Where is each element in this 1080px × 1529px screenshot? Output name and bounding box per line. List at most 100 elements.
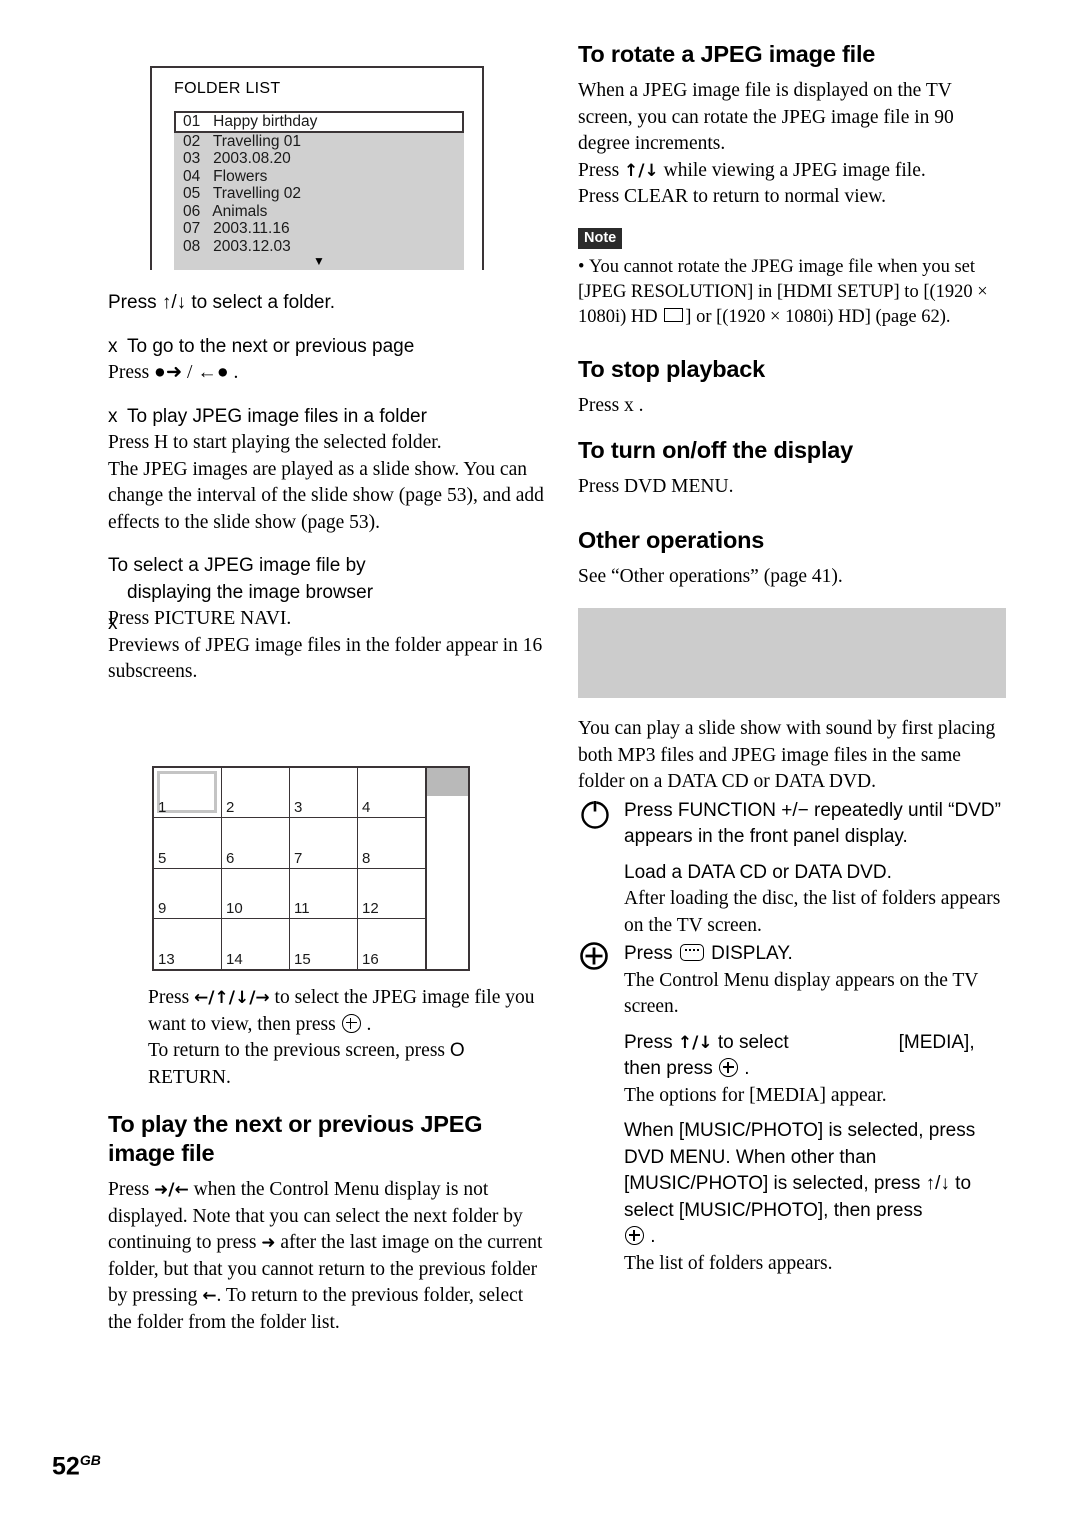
arrow-right-icon: ➜ [261,1233,276,1253]
select-jpeg-instruction: Press ←/↑/↓/→ to select the JPEG image f… [148,987,535,1035]
grid-cell-number: 4 [362,799,371,817]
step-5-subtext: The list of folders appears. [624,1252,833,1274]
section-heading-banner [578,608,1006,698]
grid-cell-number: 7 [294,849,303,867]
arrow-left-icon: ← [202,1286,217,1306]
heading-rotate-jpeg: To rotate a JPEG image file [578,41,876,67]
left-column: Press ↑/↓ to select a folder. x To go to … [108,290,550,686]
step-4-subtext: The options for [MEDIA] appear. [624,1084,887,1106]
note-text: • You cannot rotate the JPEG image file w… [578,256,988,327]
return-button-icon: O [449,1040,465,1061]
image-browser-grid: 1 2 3 4 5 6 7 8 9 10 11 12 13 14 15 16 [152,766,470,971]
grid-scrollbar-thumb[interactable] [427,768,468,796]
step-3: Press DISPLAY. [578,941,1006,970]
scroll-down-arrow-icon[interactable]: ▼ [174,255,464,270]
enter-button-icon [341,1013,361,1033]
x-marker-icon: x [108,405,118,427]
next-prev-page-body: Press ●➜ / ←● . [108,362,239,383]
subheading-next-prev-page: x To go to the next or previous page [108,334,550,361]
grid-cell[interactable]: 6 [222,818,290,869]
other-operations-body: See “Other operations” (page 41). [578,565,843,587]
subheading-play-jpeg-folder: x To play JPEG image files in a folder [108,404,550,431]
grid-cell[interactable]: 10 [222,868,290,919]
display-body: Press DVD MENU. [578,476,734,497]
grid-cell[interactable]: 14 [222,918,290,969]
bullet-icon: • [578,256,585,277]
heading-stop-playback: To stop playback [578,355,766,382]
step-3-subtext: The Control Menu display appears on the … [624,969,979,1018]
return-instruction: To return to the previous screen, press … [148,1040,465,1088]
folder-list-item[interactable]: 02 Travelling 01 [174,133,464,151]
rotate-press-line: Press ↑/↓ while viewing a JPEG image fil… [578,159,926,181]
grid-cell[interactable]: 5 [154,818,222,869]
grid-cell[interactable]: 8 [358,818,426,869]
slide-show-paragraph: The JPEG images are played as a slide sh… [108,458,544,533]
folder-list-item[interactable]: 05 Travelling 02 [174,185,464,203]
grid-cell[interactable]: 13 [154,918,222,969]
grid-cell-number: 1 [158,799,167,817]
grid-cell[interactable]: 1 [154,768,222,819]
grid-cell[interactable]: 2 [222,768,290,819]
folder-list-item[interactable]: 03 2003.08.20 [174,150,464,168]
grid-cell-number: 13 [158,951,175,968]
next-prev-jpeg-section: To play the next or previous JPEG image … [108,1110,550,1336]
step-3-text: Press DISPLAY. [624,943,793,964]
folder-list-item[interactable]: 08 2003.12.03 [174,238,464,256]
grid-cell[interactable]: 3 [290,768,358,819]
grid-cell[interactable]: 7 [290,818,358,869]
step-5-text: When [MUSIC/PHOTO] is selected, press DV… [624,1120,976,1247]
grid-cell[interactable]: 11 [290,868,358,919]
select-folder-instruction: Press ↑/↓ to select a folder. [108,292,336,313]
grid-cell[interactable]: 12 [358,868,426,919]
folder-list-item[interactable]: 04 Flowers [174,168,464,186]
slide-show-with-sound-section: You can play a slide show with sound by … [578,716,1006,1277]
display-button-icon [679,944,704,961]
square-box-icon [664,307,684,322]
x-marker-icon: x [108,613,118,634]
arrow-right-left-icon: ➜/← [154,1180,189,1200]
step-2-subtext: After loading the disc, the list of fold… [624,888,1001,936]
step-1-text: Press FUNCTION +/− repeatedly until “DVD… [624,799,1001,848]
grid-cell-number: 11 [294,899,310,917]
power-icon [578,796,612,830]
grid-cell-number: 16 [362,951,379,968]
folder-list-item-selected[interactable]: 01 Happy birthday [174,111,464,133]
enter-button-icon [625,1226,644,1245]
grid-cell-number: 15 [294,951,311,968]
grid-cell-number: 10 [226,899,243,917]
grid-cell-number: 2 [226,799,235,817]
tv-screen-folder-list: FOLDER LIST 01 Happy birthday 02 Travelli… [150,66,484,270]
grid-scrollbar[interactable] [426,768,468,969]
grid-cell[interactable]: 9 [154,868,222,919]
grid-instructions: Press ←/↑/↓/→ to select the JPEG image f… [148,985,548,1091]
page-number: 52GB [52,1452,101,1481]
note-block: Note • You cannot rotate the JPEG image f… [578,227,1006,330]
grid-cell[interactable]: 4 [358,768,426,819]
heading-turn-on-off-display: To turn on/off the display [578,437,854,463]
rotate-paragraph: When a JPEG image file is displayed on t… [578,80,954,154]
grid-cell-number: 5 [158,849,167,867]
folder-list-title: FOLDER LIST [174,80,281,97]
play-jpeg-folder-body: Press H to start playing the selected fo… [108,432,442,453]
subheading-image-browser-l1: To select a JPEG image file by [108,555,366,576]
folder-list-item[interactable]: 06 Animals [174,203,464,221]
step-2: Load a DATA CD or DATA DVD. [578,860,1006,887]
rotate-clear-line: Press CLEAR to return to normal view. [578,186,886,207]
grid-cells: 1 2 3 4 5 6 7 8 9 10 11 12 13 14 15 16 [154,768,426,969]
heading-other-operations: Other operations [578,526,765,553]
folder-list-item[interactable]: 07 2003.11.16 [174,220,464,238]
grid-cell-number: 8 [362,849,371,867]
stop-playback-body: Press x . [578,394,644,416]
grid-cell-number: 9 [158,899,167,917]
manual-page: FOLDER LIST 01 Happy birthday 02 Travelli… [0,0,1080,1529]
folder-list-box: 01 Happy birthday 02 Travelling 01 03 2003… [174,111,464,270]
step-4-text: Press ↑/↓ to select [MEDIA], then press . [624,1031,975,1080]
enter-button-icon [719,1058,738,1077]
grid-cell[interactable]: 16 [358,918,426,969]
grid-cell[interactable]: 15 [290,918,358,969]
heading-next-prev-jpeg: To play the next or previous JPEG image … [108,1111,483,1166]
plus-circle-icon [578,939,612,973]
arrow-keys-icon: ←/↑/↓/→ [194,988,270,1008]
subheading-image-browser-l2: displaying the image browser [127,581,374,603]
right-column: To rotate a JPEG image file When a JPEG … [578,40,1006,590]
